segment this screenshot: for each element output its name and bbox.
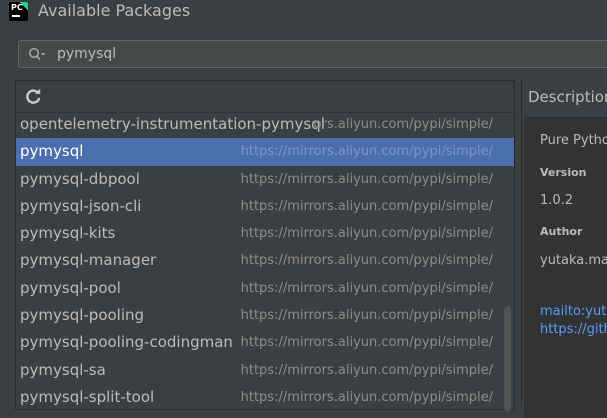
- package-repository: https://mirrors.aliyun.com/pypi/simple/: [240, 226, 493, 242]
- package-row[interactable]: pymysql-dbpool https://mirrors.aliyun.com…: [16, 166, 514, 193]
- package-row[interactable]: opentelemetry-instrumentation-pymysql ors…: [16, 111, 514, 138]
- package-name: pymysql-kits: [20, 224, 116, 243]
- package-row[interactable]: pymysql https://mirrors.aliyun.com/pypi/s…: [16, 138, 514, 166]
- package-name: pymysql-sa: [20, 360, 106, 379]
- package-row[interactable]: pymysql-pool https://mirrors.aliyun.com/p…: [16, 275, 514, 302]
- package-name: pymysql: [20, 142, 84, 161]
- app-logo-text: PC: [11, 3, 23, 12]
- package-name: pymysql-manager: [20, 251, 157, 270]
- package-name: pymysql-pool: [20, 278, 121, 297]
- package-name: pymysql-split-tool: [20, 387, 155, 406]
- author-label: Author: [540, 225, 583, 238]
- package-name: pymysql-json-cli: [20, 196, 142, 215]
- window-title: Available Packages: [38, 1, 191, 20]
- package-repository: https://mirrors.aliyun.com/pypi/simple/: [240, 253, 493, 269]
- package-repository: https://mirrors.aliyun.com/pypi/simple/: [240, 171, 493, 187]
- package-list-panel: opentelemetry-instrumentation-pymysql ors…: [15, 80, 515, 411]
- pycharm-logo-icon: PC: [9, 2, 28, 21]
- search-icon[interactable]: [28, 47, 46, 61]
- email-link[interactable]: mailto:yuta: [540, 304, 607, 319]
- version-value: 1.0.2: [540, 193, 574, 208]
- package-repository: https://mirrors.aliyun.com/pypi/simple/: [240, 335, 493, 351]
- search-input[interactable]: [57, 44, 597, 64]
- panel-divider[interactable]: [521, 80, 522, 406]
- package-row[interactable]: pymysql-pooling https://mirrors.aliyun.co…: [16, 302, 514, 329]
- version-label: Version: [540, 166, 587, 179]
- package-repository: https://mirrors.aliyun.com/pypi/simple/: [240, 389, 493, 405]
- package-name: pymysql-pooling: [20, 306, 145, 325]
- package-row[interactable]: pymysql-sa https://mirrors.aliyun.com/pyp…: [16, 357, 514, 384]
- package-summary: Pure Pytho: [540, 133, 607, 148]
- package-list: opentelemetry-instrumentation-pymysql ors…: [16, 111, 514, 411]
- package-repository: https://mirrors.aliyun.com/pypi/simple/: [240, 308, 493, 324]
- description-header: Description: [524, 80, 607, 118]
- package-repository: https://mirrors.aliyun.com/pypi/simple/: [240, 362, 493, 378]
- refresh-icon[interactable]: [25, 88, 42, 105]
- package-row[interactable]: pymysql-kits https://mirrors.aliyun.com/p…: [16, 220, 514, 247]
- package-repository: ors.aliyun.com/pypi/simple/: [313, 117, 493, 132]
- package-row[interactable]: pymysql-manager https://mirrors.aliyun.co…: [16, 247, 514, 274]
- description-panel: Description Pure Pytho Version 1.0.2 Aut…: [524, 80, 607, 418]
- package-repository: https://mirrors.aliyun.com/pypi/simple/: [240, 280, 493, 296]
- package-row[interactable]: pymysql-split-tool https://mirrors.aliyun…: [16, 384, 514, 411]
- scrollbar-thumb[interactable]: [504, 306, 511, 411]
- package-repository: https://mirrors.aliyun.com/pypi/simple/: [240, 144, 493, 160]
- homepage-link[interactable]: https://gith: [540, 322, 607, 337]
- list-toolbar: [16, 81, 514, 113]
- title-bar: PC Available Packages: [0, 0, 607, 24]
- package-name: opentelemetry-instrumentation-pymysql: [20, 115, 325, 133]
- package-repository: https://mirrors.aliyun.com/pypi/simple/: [240, 198, 493, 214]
- description-title: Description: [528, 88, 607, 106]
- description-body: Pure Pytho Version 1.0.2 Author yutaka.m…: [524, 118, 607, 418]
- package-row[interactable]: pymysql-json-cli https://mirrors.aliyun.c…: [16, 193, 514, 220]
- search-box[interactable]: [18, 40, 607, 68]
- package-row[interactable]: pymysql-pooling-codingman https://mirrors…: [16, 329, 514, 356]
- package-name: pymysql-dbpool: [20, 169, 140, 188]
- package-name: pymysql-pooling-codingman: [20, 333, 233, 352]
- author-value: yutaka.ma: [540, 253, 607, 268]
